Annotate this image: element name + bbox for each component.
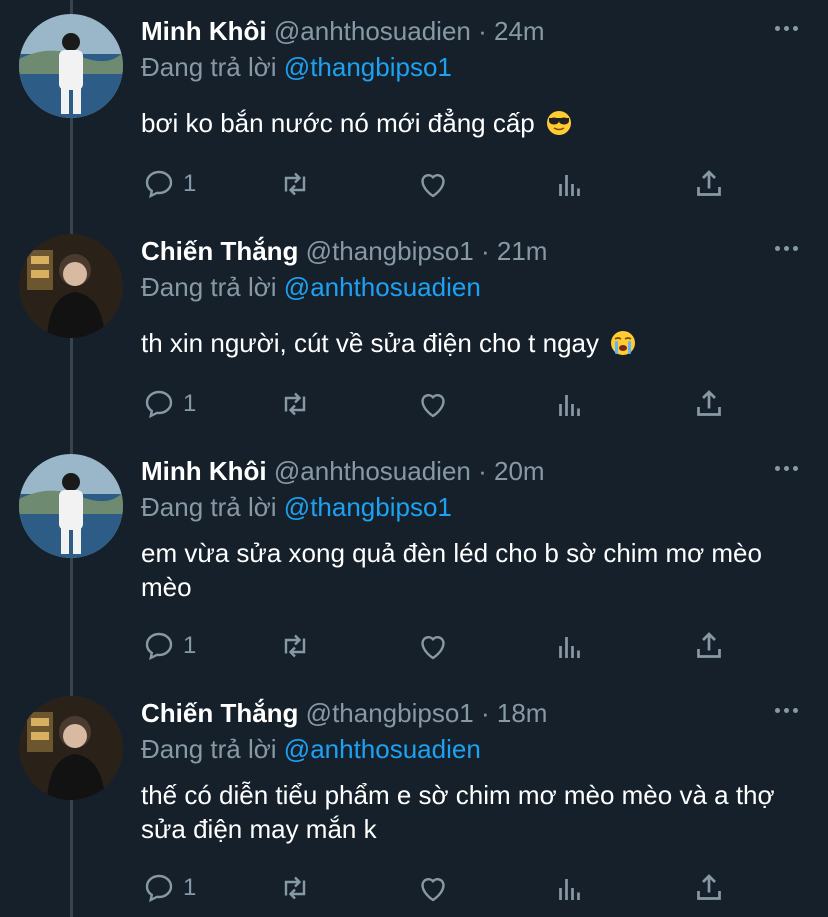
separator-dot: ·: [480, 698, 490, 728]
like-button[interactable]: [415, 868, 451, 908]
timestamp[interactable]: 24m: [494, 16, 545, 46]
analytics-button[interactable]: [553, 868, 589, 908]
replying-to: Đang trả lời @thangbipso1: [141, 490, 452, 524]
replying-label: Đang trả lời: [141, 734, 277, 764]
avatar[interactable]: [19, 234, 123, 338]
retweet-icon: [284, 634, 306, 658]
reply-icon: [145, 874, 173, 903]
action-bar: 1: [141, 626, 741, 666]
separator-dot: ·: [480, 236, 490, 266]
analytics-button[interactable]: [553, 164, 589, 204]
tweet-header: Chiến Thắng @thangbipso1 · 18m: [141, 696, 547, 730]
heart-icon: [421, 174, 445, 198]
tweet-header: Minh Khôi @anhthosuadien · 24m: [141, 14, 545, 48]
tweet-text: th xin người, cút về sửa điện cho t ngay: [141, 326, 811, 360]
share-button[interactable]: [691, 868, 727, 908]
share-button[interactable]: [691, 384, 727, 424]
tweet-header: Chiến Thắng @thangbipso1 · 21m: [141, 234, 547, 268]
reply-count: 1: [183, 170, 197, 197]
action-bar: 1: [141, 384, 741, 424]
timestamp[interactable]: 21m: [497, 236, 548, 266]
analytics-icon: [559, 395, 580, 416]
avatar[interactable]: [19, 454, 123, 558]
tweet-header: Minh Khôi @anhthosuadien · 20m: [141, 454, 545, 488]
analytics-icon: [559, 175, 580, 196]
author-handle[interactable]: @anhthosuadien: [274, 16, 471, 46]
avatar[interactable]: [19, 14, 123, 118]
more-icon[interactable]: [775, 708, 798, 713]
action-bar: 1: [141, 868, 741, 908]
author-handle[interactable]: @thangbipso1: [306, 698, 474, 728]
sunglasses-emoji: [547, 111, 572, 135]
author-name[interactable]: Minh Khôi: [141, 16, 267, 46]
tweet-text: bơi ko bắn nước nó mới đẳng cấp: [141, 106, 811, 140]
separator-dot: ·: [478, 456, 487, 486]
analytics-button[interactable]: [553, 384, 589, 424]
reply-icon: [145, 390, 173, 419]
tweet-text-content: em vừa sửa xong quả đèn léd cho b sờ chi…: [141, 538, 762, 602]
reply-button[interactable]: 1: [141, 626, 196, 666]
tweet-text: em vừa sửa xong quả đèn léd cho b sờ chi…: [141, 536, 811, 604]
retweet-icon: [284, 876, 306, 900]
tweet-text-content: th xin người, cút về sửa điện cho t ngay: [141, 328, 599, 358]
reply-icon: [145, 170, 173, 199]
tweet-text-content: thế có diễn tiểu phẩm e sờ chim mơ mèo m…: [141, 780, 775, 844]
author-handle[interactable]: @anhthosuadien: [274, 456, 471, 486]
analytics-icon: [559, 637, 580, 658]
replying-to: Đang trả lời @anhthosuadien: [141, 732, 481, 766]
heart-icon: [421, 394, 445, 418]
share-icon: [697, 874, 721, 900]
separator-dot: ·: [478, 16, 487, 46]
more-icon[interactable]: [775, 246, 798, 251]
replying-label: Đang trả lời: [141, 272, 277, 302]
author-name[interactable]: Chiến Thắng: [141, 236, 298, 266]
reply-count: 1: [183, 632, 197, 659]
heart-icon: [421, 636, 445, 660]
mention-link[interactable]: @anhthosuadien: [284, 272, 481, 302]
replying-to: Đang trả lời @anhthosuadien: [141, 270, 481, 304]
reply-count: 1: [183, 390, 197, 417]
retweet-button[interactable]: [277, 626, 313, 666]
loudly-crying-emoji: [611, 331, 636, 355]
replying-label: Đang trả lời: [141, 52, 277, 82]
reply-count: 1: [183, 874, 197, 901]
like-button[interactable]: [415, 626, 451, 666]
retweet-icon: [284, 392, 306, 416]
tweet-text: thế có diễn tiểu phẩm e sờ chim mơ mèo m…: [141, 778, 811, 846]
action-bar: 1: [141, 164, 741, 204]
share-icon: [697, 390, 721, 416]
retweet-button[interactable]: [277, 868, 313, 908]
retweet-icon: [284, 172, 306, 196]
share-icon: [697, 170, 721, 196]
heart-icon: [421, 878, 445, 902]
mention-link[interactable]: @thangbipso1: [284, 52, 452, 82]
avatar[interactable]: [19, 696, 123, 800]
more-icon[interactable]: [775, 26, 798, 31]
share-icon: [697, 632, 721, 658]
timestamp[interactable]: 20m: [494, 456, 545, 486]
reply-icon: [145, 632, 173, 661]
retweet-button[interactable]: [277, 384, 313, 424]
reply-button[interactable]: 1: [141, 384, 196, 424]
replying-label: Đang trả lời: [141, 492, 277, 522]
author-handle[interactable]: @thangbipso1: [306, 236, 474, 266]
like-button[interactable]: [415, 164, 451, 204]
share-button[interactable]: [691, 626, 727, 666]
like-button[interactable]: [415, 384, 451, 424]
reply-button[interactable]: 1: [141, 164, 196, 204]
author-name[interactable]: Minh Khôi: [141, 456, 267, 486]
analytics-button[interactable]: [553, 626, 589, 666]
mention-link[interactable]: @thangbipso1: [284, 492, 452, 522]
analytics-icon: [559, 879, 580, 900]
mention-link[interactable]: @anhthosuadien: [284, 734, 481, 764]
author-name[interactable]: Chiến Thắng: [141, 698, 298, 728]
retweet-button[interactable]: [277, 164, 313, 204]
share-button[interactable]: [691, 164, 727, 204]
more-icon[interactable]: [775, 466, 798, 471]
tweet-text-content: bơi ko bắn nước nó mới đẳng cấp: [141, 108, 535, 138]
timestamp[interactable]: 18m: [497, 698, 548, 728]
replying-to: Đang trả lời @thangbipso1: [141, 50, 452, 84]
reply-button[interactable]: 1: [141, 868, 196, 908]
